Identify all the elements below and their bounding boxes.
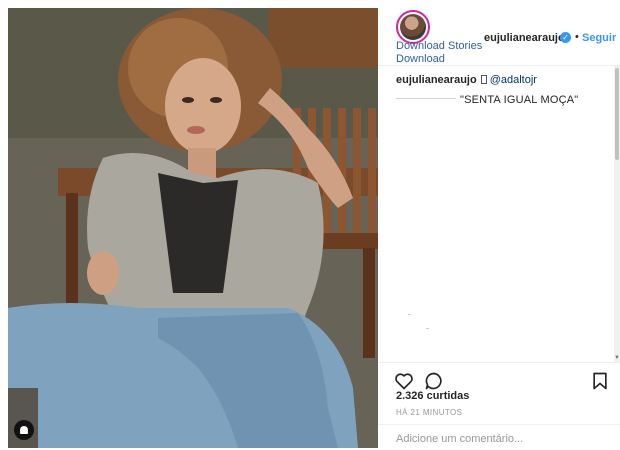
- caption-mention[interactable]: @adaltojr: [490, 74, 537, 86]
- faint-mark: [408, 314, 411, 315]
- download-stories-link[interactable]: Download Stories: [396, 40, 482, 52]
- bookmark-icon[interactable]: [590, 371, 610, 391]
- caption-scrollbar[interactable]: ▼: [614, 66, 620, 362]
- post-timestamp[interactable]: HÁ 21 MINUTOS: [396, 408, 462, 417]
- caption-faint-line: [396, 98, 456, 99]
- action-bar: [378, 362, 620, 392]
- profile-avatar[interactable]: [396, 10, 430, 44]
- follow-button[interactable]: Seguir: [582, 32, 616, 44]
- download-link[interactable]: Download: [396, 53, 445, 65]
- scrollbar-thumb[interactable]: [615, 68, 619, 160]
- header-username[interactable]: eujulianearaujo: [484, 32, 565, 44]
- header-separator: •: [575, 31, 579, 43]
- post-side-panel: Download Stories Download eujulianearauj…: [378, 8, 620, 450]
- likes-count[interactable]: 2.326 curtidas: [396, 390, 469, 402]
- caption-line: eujulianearaujo @adaltojr: [396, 74, 537, 86]
- person-tag-icon[interactable]: [14, 420, 34, 440]
- faint-mark: [426, 328, 429, 329]
- caption-username[interactable]: eujulianearaujo: [396, 74, 477, 86]
- comment-bar: [378, 424, 620, 450]
- heart-icon[interactable]: [394, 371, 414, 391]
- caption-glyph-icon: [480, 75, 487, 84]
- comment-bubble-icon[interactable]: [424, 371, 444, 391]
- verified-check-icon: ✓: [560, 32, 571, 43]
- scroll-down-arrow-icon[interactable]: ▼: [614, 354, 620, 362]
- caption-text: "SENTA IGUAL MOÇA": [460, 94, 579, 106]
- caption-area: eujulianearaujo @adaltojr "SENTA IGUAL MO…: [378, 66, 614, 362]
- photo-illustration: [8, 8, 378, 448]
- post-header: Download Stories Download eujulianearauj…: [378, 8, 620, 66]
- comment-input[interactable]: [396, 431, 606, 447]
- post-photo[interactable]: [8, 8, 378, 448]
